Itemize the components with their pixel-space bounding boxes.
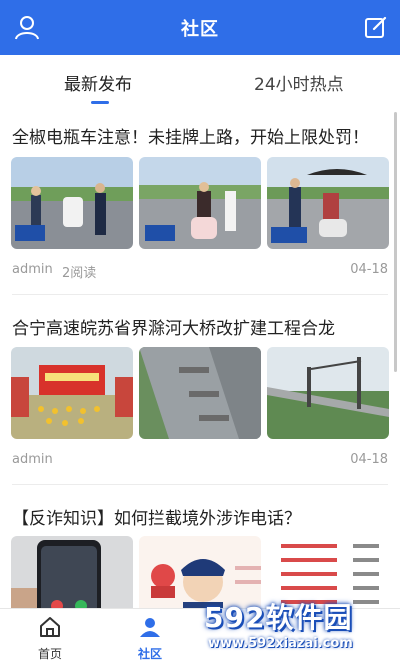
feed-tabs: 最新发布 24小时热点: [0, 55, 400, 109]
post-image[interactable]: [267, 347, 389, 439]
post-card[interactable]: 合宁高速皖苏省界滁河大桥改扩建工程合龙 admin 04-18: [0, 299, 400, 489]
post-author: admin: [12, 452, 53, 467]
divider: [12, 294, 388, 295]
home-icon: [40, 617, 60, 637]
post-image[interactable]: [267, 157, 389, 249]
active-tab-indicator: [91, 101, 109, 104]
edit-icon[interactable]: [364, 15, 388, 39]
post-thumbnails: [11, 157, 389, 249]
post-title[interactable]: 【反诈知识】如何拦截境外涉诈电话？: [12, 504, 301, 529]
post-title[interactable]: 合宁高速皖苏省界滁河大桥改扩建工程合龙: [12, 314, 335, 339]
watermark: 592软件园 www.592xiazai.com: [198, 592, 400, 666]
post-date: 04-18: [350, 262, 388, 277]
nav-community-label: 社区: [137, 647, 162, 661]
community-icon: [140, 618, 160, 637]
tab-24h-hot[interactable]: 24小时热点: [254, 70, 344, 95]
tab-latest[interactable]: 最新发布: [64, 70, 132, 95]
nav-home-label: 首页: [37, 647, 62, 661]
post-read-count: 2阅读: [62, 266, 97, 281]
post-title[interactable]: 全椒电瓶车注意！未挂牌上路，开始上限处罚！: [12, 123, 369, 148]
top-app-bar: 社区: [0, 0, 400, 55]
post-image[interactable]: [11, 536, 133, 609]
post-thumbnails: [11, 347, 389, 439]
nav-community[interactable]: 社区: [120, 615, 180, 662]
page-title: 社区: [181, 18, 219, 40]
divider: [12, 484, 388, 485]
user-icon[interactable]: [14, 14, 40, 40]
post-author: admin: [12, 262, 53, 277]
post-card[interactable]: 【反诈知识】如何拦截境外涉诈电话？: [0, 489, 400, 609]
nav-home[interactable]: 首页: [20, 615, 80, 662]
watermark-url: www.592xiazai.com: [208, 636, 353, 651]
post-image[interactable]: [139, 157, 261, 249]
post-image[interactable]: [11, 157, 133, 249]
post-image[interactable]: [11, 347, 133, 439]
post-date: 04-18: [350, 452, 388, 467]
watermark-logo: 592软件园: [204, 601, 353, 634]
post-feed[interactable]: 全椒电瓶车注意！未挂牌上路，开始上限处罚！ admin 2阅读 04-18 合宁…: [0, 109, 400, 609]
post-image[interactable]: [139, 347, 261, 439]
post-card[interactable]: 全椒电瓶车注意！未挂牌上路，开始上限处罚！ admin 2阅读 04-18: [0, 109, 400, 299]
